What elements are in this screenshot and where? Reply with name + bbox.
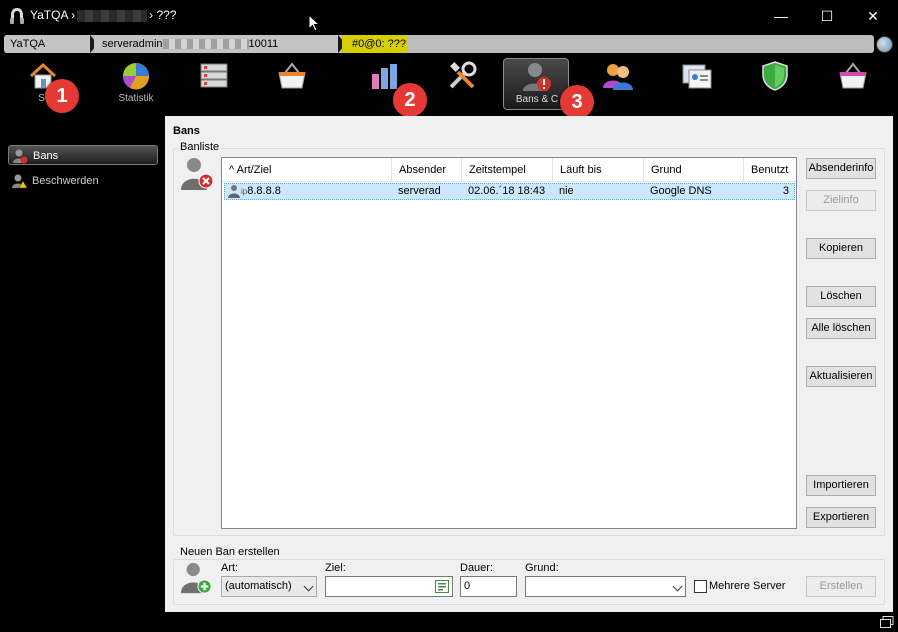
column-header-art-ziel[interactable]: ^ Art/Ziel (222, 158, 392, 182)
art-select[interactable]: (automatisch) (221, 576, 317, 597)
redacted-hostname (77, 9, 148, 22)
cell-benutzt: 3 (782, 185, 789, 197)
close-button[interactable]: ✕ (850, 0, 896, 32)
breadcrumb-user: serveradmin (102, 38, 163, 50)
maximize-button[interactable]: ☐ (804, 0, 850, 32)
chevron-down-icon (303, 581, 314, 592)
app-logo-icon (10, 8, 24, 24)
ziel-input[interactable] (325, 576, 453, 597)
toolbar-contacts[interactable] (664, 58, 730, 110)
toolbar-tools[interactable] (429, 58, 495, 110)
art-select-value: (automatisch) (225, 580, 292, 592)
ban-user-icon (181, 158, 214, 190)
basket-pink-icon (839, 62, 867, 89)
bar-chart-icon (372, 64, 397, 89)
banlist-table[interactable]: ^ Art/Ziel Absender Zeitstempel Läuft bi… (221, 157, 797, 529)
toolbar-label-statistik: Statistik (118, 93, 154, 104)
importieren-button[interactable]: Importieren (806, 475, 876, 496)
kopieren-button[interactable]: Kopieren (806, 238, 876, 259)
dauer-input[interactable]: 0 (460, 576, 517, 597)
redacted-address (162, 39, 249, 50)
toolbar-security[interactable] (742, 58, 808, 110)
app-window: YaTQA › › ??? — ☐ ✕ YaTQA serveradmin 1001… (0, 0, 898, 632)
cell-laeuft-bis: nie (559, 185, 574, 197)
annotation-marker-1: 1 (45, 79, 79, 113)
pie-chart-icon (122, 63, 150, 90)
absenderinfo-button[interactable]: Absenderinfo (806, 158, 876, 179)
cell-absender: serverad (398, 185, 441, 197)
basket-icon (278, 62, 306, 89)
sidebar-item-beschwerden[interactable]: Beschwerden (8, 171, 158, 191)
ban-user-icon (523, 63, 551, 91)
sidebar-item-bans[interactable]: Bans (8, 145, 158, 165)
user-icon (228, 185, 240, 199)
column-header-benutzt[interactable]: Benutzt (744, 158, 796, 182)
restore-window-icon[interactable] (880, 616, 894, 628)
ban-target: 8.8.8.8 (247, 185, 281, 197)
dauer-label: Dauer: (460, 562, 494, 574)
bans-panel: Bans Banliste ^ Art/Ziel Absender Zeitst… (165, 116, 893, 612)
minimize-icon: — (774, 8, 788, 24)
sidebar-item-label: Bans (33, 150, 59, 162)
breadcrumb-port: 10011 (248, 38, 279, 50)
toolbar-basket[interactable] (259, 58, 325, 110)
column-header-laeuft-bis[interactable]: Läuft bis (553, 158, 644, 182)
art-label: Art: (221, 562, 239, 574)
contacts-icon (682, 64, 712, 89)
toolbar-server-list[interactable] (181, 58, 247, 110)
column-header-grund[interactable]: Grund (644, 158, 744, 182)
window-title-suffix: › ??? (149, 8, 177, 22)
alle-loeschen-button[interactable]: Alle löschen (806, 318, 876, 339)
banlist-group-title: Banliste (178, 141, 222, 153)
warning-user-icon (12, 174, 27, 189)
cell-grund: Google DNS (650, 185, 712, 197)
grund-combo[interactable] (525, 576, 686, 597)
table-header: ^ Art/Ziel Absender Zeitstempel Läuft bi… (222, 158, 796, 182)
server-list-icon (200, 63, 228, 88)
column-header-zeitstempel[interactable]: Zeitstempel (462, 158, 553, 182)
toolbar-statistik[interactable]: Statistik (103, 58, 169, 110)
add-user-icon (180, 562, 212, 594)
sidebar: Bans Beschwerden (0, 116, 165, 632)
shield-icon (762, 61, 788, 91)
picker-icon[interactable] (435, 580, 449, 593)
grund-label: Grund: (525, 562, 559, 574)
minimize-button[interactable]: — (758, 0, 804, 32)
cell-zeitstempel: 02.06.´18 18:43 (468, 185, 546, 197)
cell-art-ziel: ip8.8.8.8 (225, 184, 393, 199)
new-ban-group-title: Neuen Ban erstellen (178, 546, 282, 558)
breadcrumb-item-server[interactable]: serveradmin 10011 (94, 35, 340, 53)
table-row[interactable]: ip8.8.8.8 serverad 02.06.´18 18:43 nie G… (224, 183, 795, 200)
column-header-absender[interactable]: Absender (392, 158, 462, 182)
page-title: Bans (173, 125, 200, 137)
sidebar-item-label: Beschwerden (32, 175, 99, 187)
close-icon: ✕ (867, 7, 879, 24)
breadcrumb: YaTQA serveradmin 10011 #0@0: ??? (4, 35, 874, 53)
window-title-prefix: YaTQA › (30, 8, 76, 22)
toolbar-users[interactable] (585, 58, 651, 110)
exportieren-button[interactable]: Exportieren (806, 507, 876, 528)
aktualisieren-button[interactable]: Aktualisieren (806, 366, 876, 387)
title-bar: YaTQA › › ??? — ☐ ✕ (0, 0, 898, 32)
erstellen-button[interactable]: Erstellen (806, 576, 876, 597)
toolbar-basket-pink[interactable] (820, 58, 886, 110)
ban-user-icon (13, 149, 28, 164)
mehrere-server-label: Mehrere Server (709, 580, 786, 592)
annotation-marker-3: 3 (560, 85, 594, 119)
breadcrumb-item-yatqa[interactable]: YaTQA (4, 35, 92, 53)
annotation-marker-2: 2 (393, 83, 427, 117)
tools-icon (449, 61, 477, 89)
ziel-label: Ziel: (325, 562, 346, 574)
mouse-pointer-icon (308, 14, 320, 32)
zielinfo-button[interactable]: Zielinfo (806, 190, 876, 211)
breadcrumb-item-virtual-server[interactable]: #0@0: ??? (342, 35, 408, 53)
window-title: YaTQA › › ??? (30, 8, 176, 22)
globe-refresh-icon[interactable] (876, 36, 893, 53)
users-icon (603, 64, 633, 90)
mehrere-server-checkbox[interactable] (694, 580, 707, 593)
loeschen-button[interactable]: Löschen (806, 286, 876, 307)
maximize-icon: ☐ (820, 7, 834, 24)
main-toolbar: St Statistik Bans & C 1 2 3 (0, 56, 898, 119)
chevron-down-icon (672, 581, 683, 592)
